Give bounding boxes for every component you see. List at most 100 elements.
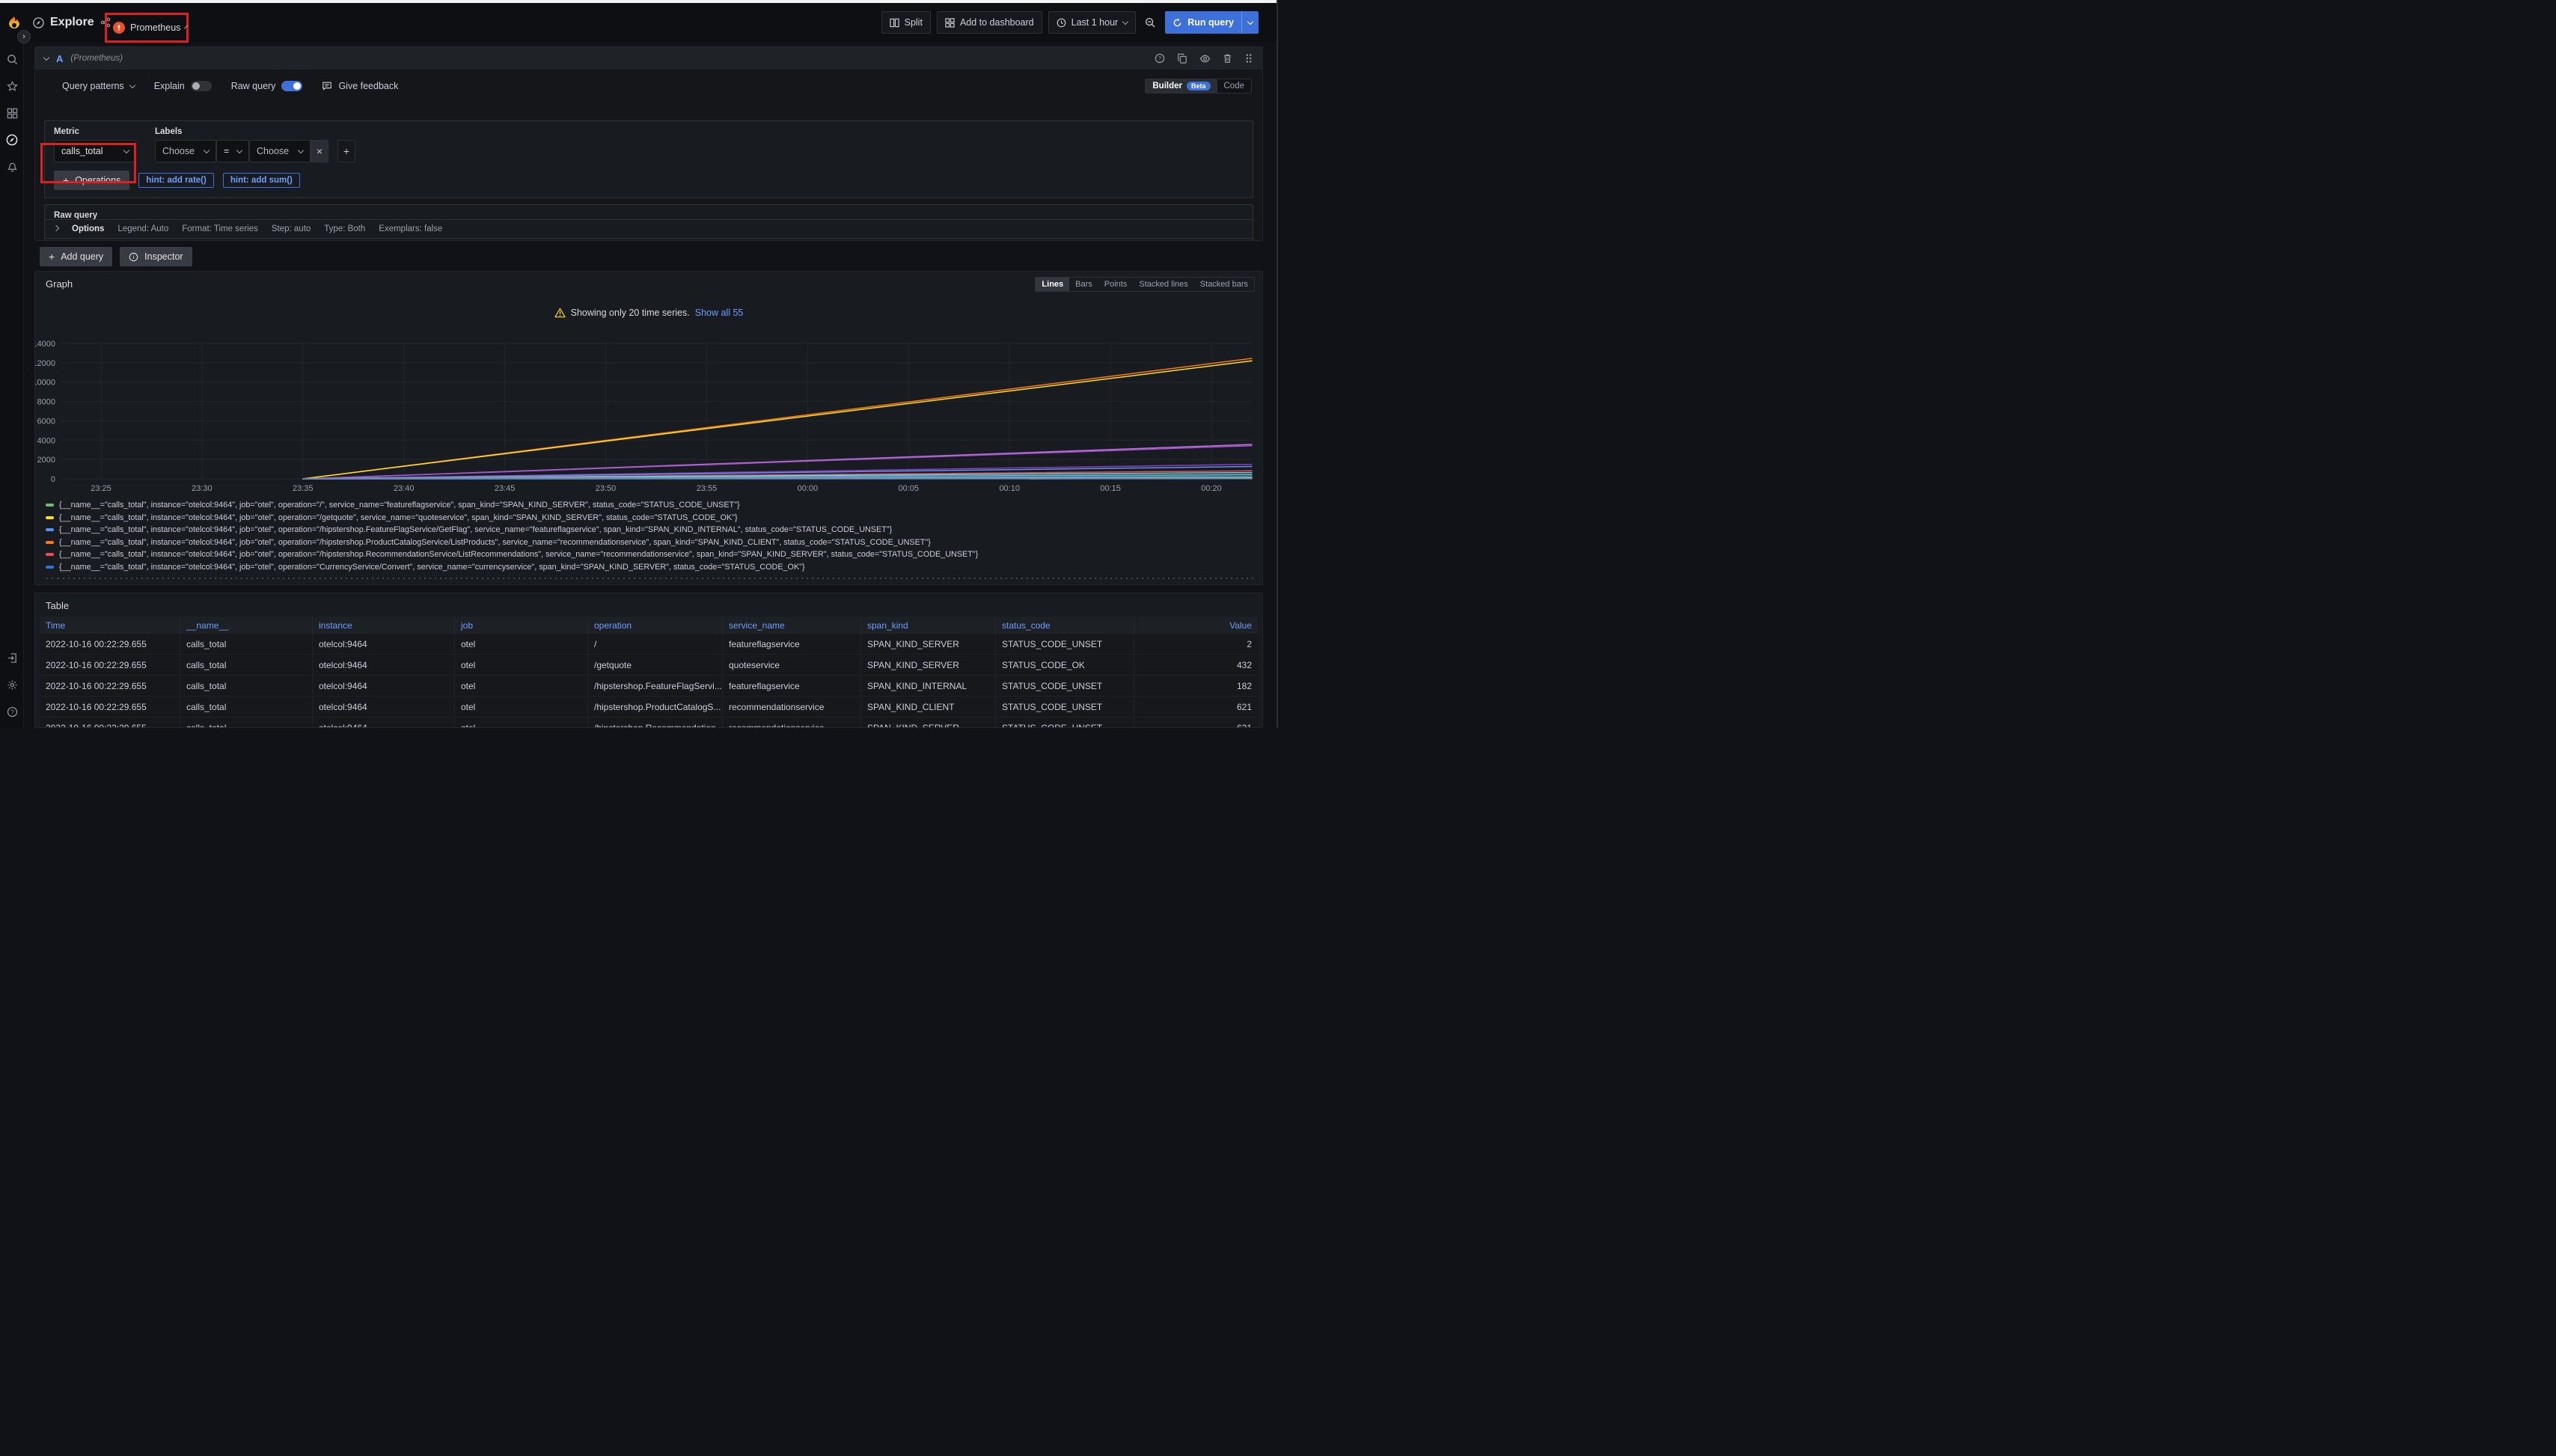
grafana-logo[interactable] [6, 16, 22, 32]
table-cell: featureflagservice [723, 634, 861, 654]
legend-item[interactable]: {__name__="calls_total", instance="otelc… [46, 499, 1256, 512]
graph-mode-points[interactable]: Points [1098, 278, 1134, 291]
remove-label-button[interactable]: × [311, 140, 328, 162]
options-type: Type: Both [324, 224, 365, 233]
x-axis-tick: 00:05 [899, 484, 920, 493]
time-range-picker[interactable]: Last 1 hour [1048, 11, 1137, 34]
legend-item[interactable]: {__name__="calls_total", instance="otelc… [46, 561, 1256, 574]
warning-text: Showing only 20 time series. [571, 308, 690, 318]
table-header-cell[interactable]: service_name [723, 617, 861, 634]
sidebar-expand-button[interactable]: › [17, 30, 31, 43]
collapse-chevron-icon[interactable] [43, 54, 49, 60]
options-step: Step: auto [272, 224, 311, 233]
sidebar-item-settings[interactable] [0, 676, 24, 693]
table-header-cell[interactable]: instance [313, 617, 455, 634]
query-help-icon[interactable]: ? [1155, 53, 1165, 64]
sidebar-item-sign-in[interactable] [0, 649, 24, 666]
graph-mode-stacked-lines[interactable]: Stacked lines [1133, 278, 1193, 291]
table-panel-title: Table [46, 600, 69, 611]
duplicate-query-icon[interactable] [1177, 53, 1187, 64]
sidebar-item-starred[interactable] [0, 78, 24, 94]
query-row-header[interactable]: A (Prometheus) ? [35, 47, 1262, 70]
info-icon: i [129, 252, 138, 262]
x-axis-tick: 00:00 [798, 484, 819, 493]
table-row: 2022-10-16 00:22:29.655calls_totalotelco… [40, 697, 1258, 718]
run-query-button[interactable]: Run query [1165, 11, 1259, 34]
time-series-chart[interactable]: 23:2523:3023:3523:4023:4523:5023:5500:00… [35, 330, 1262, 498]
beta-badge: Beta [1187, 82, 1211, 91]
sidebar-item-dashboards[interactable] [0, 105, 24, 121]
hint-add-rate-button[interactable]: hint: add rate() [138, 173, 214, 188]
table-cell: 2022-10-16 00:22:29.655 [40, 634, 180, 654]
sidebar-item-alerting[interactable] [0, 159, 24, 175]
label-operator-select[interactable]: = [216, 140, 249, 162]
run-query-dropdown[interactable] [1241, 11, 1259, 34]
add-query-button[interactable]: +Add query [40, 247, 112, 266]
x-axis-tick: 23:40 [394, 484, 415, 493]
dashboard-grid-icon [945, 18, 955, 28]
hint-add-sum-button[interactable]: hint: add sum() [223, 173, 300, 188]
legend-item[interactable]: {__name__="calls_total", instance="otelc… [46, 512, 1256, 524]
table-cell: 2022-10-16 00:22:29.655 [40, 697, 180, 717]
sidebar-item-explore[interactable] [0, 132, 24, 148]
add-label-button[interactable]: + [337, 140, 355, 162]
legend-item[interactable]: {__name__="calls_total", instance="otelc… [46, 548, 1256, 561]
give-feedback-link[interactable]: Give feedback [322, 81, 398, 91]
comment-icon [322, 81, 332, 91]
metric-label: Metric [54, 127, 136, 136]
legend-item[interactable]: {__name__="calls_total", instance="otelc… [46, 536, 1256, 549]
explain-toggle[interactable] [191, 81, 212, 91]
graph-mode-lines[interactable]: Lines [1036, 278, 1069, 291]
table-cell: SPAN_KIND_INTERNAL [861, 676, 996, 696]
table-header-cell[interactable]: status_code [996, 617, 1134, 634]
query-options-bar[interactable]: Options Legend: Auto Format: Time series… [44, 219, 1253, 239]
sidebar-item-help[interactable]: ? [0, 703, 24, 720]
show-all-series-link[interactable]: Show all 55 [695, 308, 744, 318]
search-icon [7, 54, 18, 65]
svg-text:?: ? [1158, 55, 1161, 62]
options-title: Options [72, 224, 104, 233]
tab-code[interactable]: Code [1217, 79, 1252, 93]
inspector-button[interactable]: i Inspector [120, 247, 192, 266]
y-axis-tick: 14000 [35, 340, 55, 349]
grafana-explore-window: Explore Prometheus Split Add to dashb [0, 0, 1278, 728]
raw-query-label: Raw query [231, 81, 276, 91]
legend-label: {__name__="calls_total", instance="otelc… [59, 550, 978, 559]
drag-handle-icon[interactable] [1244, 53, 1253, 64]
options-format: Format: Time series [182, 224, 258, 233]
options-expand-chevron[interactable] [53, 224, 59, 230]
raw-query-toggle[interactable] [281, 81, 302, 91]
table-cell: STATUS_CODE_UNSET [996, 697, 1134, 717]
datasource-picker[interactable]: Prometheus [105, 13, 189, 43]
metric-select[interactable]: calls_total [54, 140, 136, 162]
svg-text:i: i [133, 253, 135, 260]
operations-button[interactable]: + Operations [54, 171, 129, 190]
sidebar-item-search[interactable] [0, 51, 24, 67]
table-header-cell[interactable]: Time [40, 617, 180, 634]
zoom-out-button[interactable] [1142, 11, 1159, 34]
query-toolbar: Query patterns Explain Raw query Give fe… [35, 70, 1262, 94]
table-header-cell[interactable]: __name__ [180, 617, 313, 634]
label-value-select[interactable]: Choose [249, 140, 311, 162]
add-to-dashboard-button[interactable]: Add to dashboard [937, 11, 1042, 34]
table-header-cell[interactable]: job [455, 617, 588, 634]
table-header-cell[interactable]: Value [1134, 617, 1258, 634]
split-button[interactable]: Split [881, 11, 931, 34]
query-patterns-dropdown[interactable]: Query patterns [62, 81, 135, 91]
graph-mode-stacked-bars[interactable]: Stacked bars [1194, 278, 1254, 291]
graph-mode-bars[interactable]: Bars [1069, 278, 1098, 291]
query-builder-block: Metric calls_total Labels Choose = Choos… [44, 120, 1253, 198]
remove-query-trash-icon[interactable] [1223, 53, 1232, 64]
y-axis-tick: 4000 [37, 436, 55, 445]
table-cell: STATUS_CODE_UNSET [996, 676, 1134, 696]
table-cell: /hipstershop.Recommendation... [588, 718, 723, 728]
legend-label: {__name__="calls_total", instance="otelc… [59, 513, 738, 522]
table-header-cell[interactable]: span_kind [861, 617, 996, 634]
legend-item[interactable]: {__name__="calls_total", instance="otelc… [46, 524, 1256, 536]
legend-item-clipped [46, 573, 1256, 579]
tab-builder[interactable]: Builder Beta [1146, 79, 1217, 93]
label-key-select[interactable]: Choose [155, 140, 216, 162]
table-header-cell[interactable]: operation [588, 617, 723, 634]
hide-response-eye-icon[interactable] [1199, 53, 1211, 64]
datasource-name: Prometheus [130, 22, 180, 33]
